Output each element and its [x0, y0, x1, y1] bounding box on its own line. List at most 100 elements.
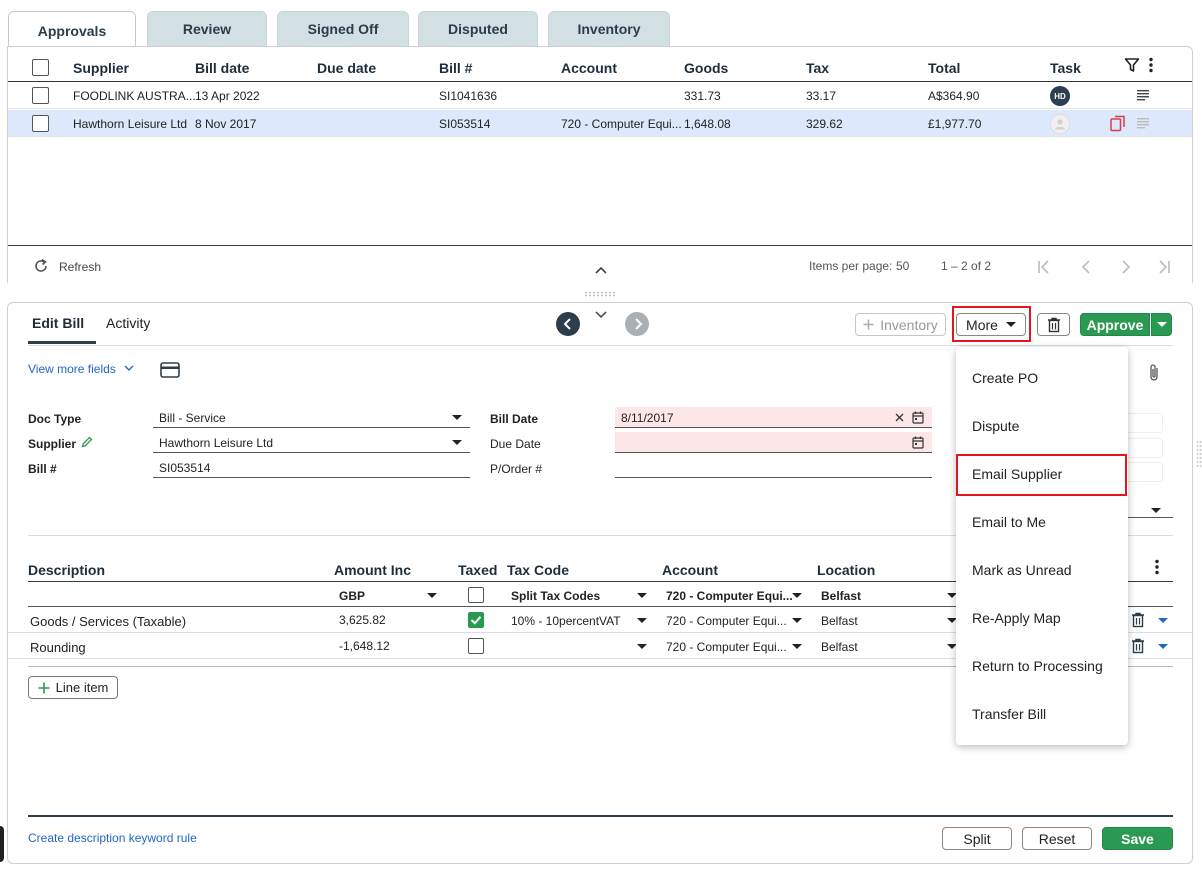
clear-icon[interactable]: [895, 413, 904, 422]
col-tax[interactable]: Tax: [806, 60, 829, 76]
last-page-icon[interactable]: [1156, 259, 1172, 275]
keyword-rule-link[interactable]: Create description keyword rule: [28, 831, 197, 845]
avatar[interactable]: [1050, 114, 1070, 134]
caret-down-icon[interactable]: [427, 593, 437, 598]
refresh-icon[interactable]: [33, 258, 49, 274]
menu-item-email-to-me[interactable]: Email to Me: [956, 498, 1128, 546]
notes-icon[interactable]: [1136, 117, 1150, 129]
panel-resize-handle[interactable]: [584, 291, 616, 297]
side-resize-handle[interactable]: [1196, 440, 1202, 470]
tab-approvals[interactable]: Approvals: [8, 11, 136, 49]
line-account[interactable]: 720 - Computer Equi...: [666, 614, 787, 628]
approve-options-button[interactable]: [1151, 313, 1172, 336]
next-page-icon[interactable]: [1118, 259, 1134, 275]
menu-item-mark-as-unread[interactable]: Mark as Unread: [956, 546, 1128, 594]
calendar-icon[interactable]: [912, 411, 924, 424]
split-button[interactable]: Split: [942, 827, 1012, 850]
bill-date-input[interactable]: 8/11/2017: [615, 407, 932, 428]
filter-icon[interactable]: [1124, 57, 1140, 73]
delete-bill-button[interactable]: [1037, 313, 1070, 336]
caret-down-icon[interactable]: [637, 618, 647, 623]
trash-icon[interactable]: [1131, 638, 1145, 654]
col-total[interactable]: Total: [928, 60, 960, 76]
save-button[interactable]: Save: [1102, 827, 1173, 850]
col-bill-date[interactable]: Bill date: [195, 60, 249, 76]
row-checkbox[interactable]: [32, 115, 49, 132]
credit-card-icon[interactable]: [160, 362, 180, 378]
side-handle[interactable]: [0, 826, 4, 862]
tab-inventory[interactable]: Inventory: [548, 11, 670, 47]
line-location[interactable]: Belfast: [821, 640, 858, 654]
line-amount[interactable]: -1,648.12: [339, 639, 390, 653]
line-description[interactable]: Rounding: [30, 640, 86, 655]
due-date-input[interactable]: [615, 432, 932, 453]
supplier-select[interactable]: Hawthorn Leisure Ltd: [153, 432, 470, 453]
menu-item-transfer-bill[interactable]: Transfer Bill: [956, 690, 1128, 738]
avatar[interactable]: HD: [1050, 86, 1070, 106]
previous-page-icon[interactable]: [1078, 259, 1094, 275]
pencil-icon[interactable]: [81, 436, 93, 448]
duplicate-icon[interactable]: [1110, 115, 1126, 132]
doc-type-select[interactable]: Bill - Service: [153, 407, 470, 428]
menu-item-re-apply-map[interactable]: Re-Apply Map: [956, 594, 1128, 642]
tab-activity[interactable]: Activity: [106, 315, 150, 331]
caret-down-icon[interactable]: [1151, 508, 1161, 513]
line-location[interactable]: Belfast: [821, 614, 858, 628]
hidden-field[interactable]: [1123, 462, 1163, 482]
menu-item-return-to-processing[interactable]: Return to Processing: [956, 642, 1128, 690]
first-page-icon[interactable]: [1036, 259, 1052, 275]
caret-down-icon[interactable]: [792, 618, 802, 623]
grid-options-icon[interactable]: [1148, 57, 1154, 73]
account-all-select[interactable]: 720 - Computer Equi...: [666, 589, 793, 603]
menu-item-create-po[interactable]: Create PO: [956, 354, 1128, 402]
currency-select[interactable]: GBP: [339, 589, 365, 603]
col-bill-number[interactable]: Bill #: [439, 60, 472, 76]
hidden-field[interactable]: [1123, 438, 1163, 458]
notes-icon[interactable]: [1136, 89, 1150, 101]
table-row[interactable]: FOODLINK AUSTRA... 13 Apr 2022 SI1041636…: [8, 82, 1192, 109]
line-taxed-checkbox[interactable]: [468, 638, 484, 654]
calendar-icon[interactable]: [912, 436, 924, 449]
add-line-item-button[interactable]: Line item: [28, 676, 118, 699]
previous-bill-button[interactable]: [556, 312, 580, 336]
select-all-checkbox[interactable]: [32, 59, 49, 76]
refresh-button[interactable]: Refresh: [59, 260, 101, 274]
chevron-down-icon[interactable]: [595, 311, 607, 319]
table-row[interactable]: Hawthorn Leisure Ltd 8 Nov 2017 SI053514…: [8, 110, 1192, 137]
taxed-all-checkbox[interactable]: [468, 587, 484, 603]
line-taxed-checkbox[interactable]: [468, 612, 484, 628]
inventory-button[interactable]: Inventory: [855, 313, 946, 336]
expand-line-icon[interactable]: [1158, 644, 1168, 649]
next-bill-button[interactable]: [625, 312, 649, 336]
line-options-icon[interactable]: [1154, 559, 1160, 575]
line-tax-code[interactable]: 10% - 10percentVAT: [511, 614, 621, 628]
col-account[interactable]: Account: [561, 60, 617, 76]
menu-item-dispute[interactable]: Dispute: [956, 402, 1128, 450]
location-all-select[interactable]: Belfast: [821, 589, 861, 603]
trash-icon[interactable]: [1131, 612, 1145, 628]
expand-line-icon[interactable]: [1158, 618, 1168, 623]
row-checkbox[interactable]: [32, 87, 49, 104]
reset-button[interactable]: Reset: [1022, 827, 1092, 850]
line-account[interactable]: 720 - Computer Equi...: [666, 640, 787, 654]
bill-number-input[interactable]: SI053514: [153, 457, 470, 478]
col-supplier[interactable]: Supplier: [73, 60, 129, 76]
col-task[interactable]: Task: [1050, 60, 1081, 76]
tab-review[interactable]: Review: [147, 11, 267, 47]
caret-down-icon[interactable]: [792, 593, 802, 598]
paperclip-icon[interactable]: [1147, 363, 1161, 383]
caret-down-icon[interactable]: [637, 644, 647, 649]
tab-edit-bill[interactable]: Edit Bill: [32, 315, 84, 331]
tab-disputed[interactable]: Disputed: [418, 11, 538, 47]
line-description[interactable]: Goods / Services (Taxable): [30, 614, 186, 629]
col-goods[interactable]: Goods: [684, 60, 728, 76]
chevron-down-icon[interactable]: [124, 365, 134, 372]
view-more-fields-link[interactable]: View more fields: [28, 362, 116, 376]
items-per-page-select[interactable]: 50: [896, 259, 909, 273]
line-amount[interactable]: 3,625.82: [339, 613, 386, 627]
caret-down-icon[interactable]: [792, 644, 802, 649]
tab-signed-off[interactable]: Signed Off: [277, 11, 409, 47]
caret-down-icon[interactable]: [637, 593, 647, 598]
hidden-field[interactable]: [1123, 413, 1163, 433]
chevron-up-icon[interactable]: [595, 266, 607, 274]
